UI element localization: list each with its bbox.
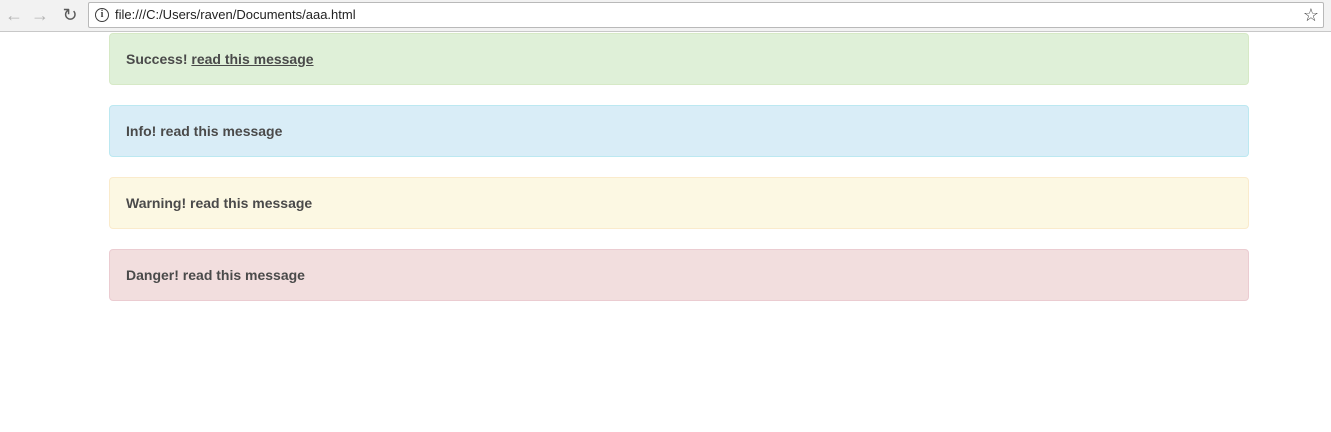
reload-icon[interactable]: ↻ (58, 4, 82, 26)
alerts-container: Success! read this message Info! read th… (109, 33, 1249, 321)
star-icon[interactable]: ☆ (1303, 4, 1319, 26)
url-text[interactable]: file:///C:/Users/raven/Documents/aaa.htm… (115, 7, 356, 22)
alert-warning-label: Warning! (126, 195, 187, 211)
browser-toolbar: ← → ↻ i file:///C:/Users/raven/Documents… (0, 0, 1331, 32)
alert-info-label: Info! (126, 123, 157, 139)
alert-success: Success! read this message (109, 33, 1249, 85)
alert-danger-message: read this message (182, 267, 305, 283)
alert-danger-label: Danger! (126, 267, 179, 283)
alert-warning-message: read this message (190, 195, 313, 211)
back-arrow-icon[interactable]: ← (2, 4, 26, 26)
alert-success-label: Success! (126, 51, 188, 67)
info-icon[interactable]: i (95, 8, 109, 22)
alert-warning: Warning! read this message (109, 177, 1249, 229)
alert-info-message: read this message (160, 123, 283, 139)
alert-info: Info! read this message (109, 105, 1249, 157)
alert-success-link[interactable]: read this message (191, 51, 313, 67)
alert-danger: Danger! read this message (109, 249, 1249, 301)
forward-arrow-icon[interactable]: → (28, 4, 52, 26)
address-bar[interactable]: i file:///C:/Users/raven/Documents/aaa.h… (88, 2, 1324, 28)
